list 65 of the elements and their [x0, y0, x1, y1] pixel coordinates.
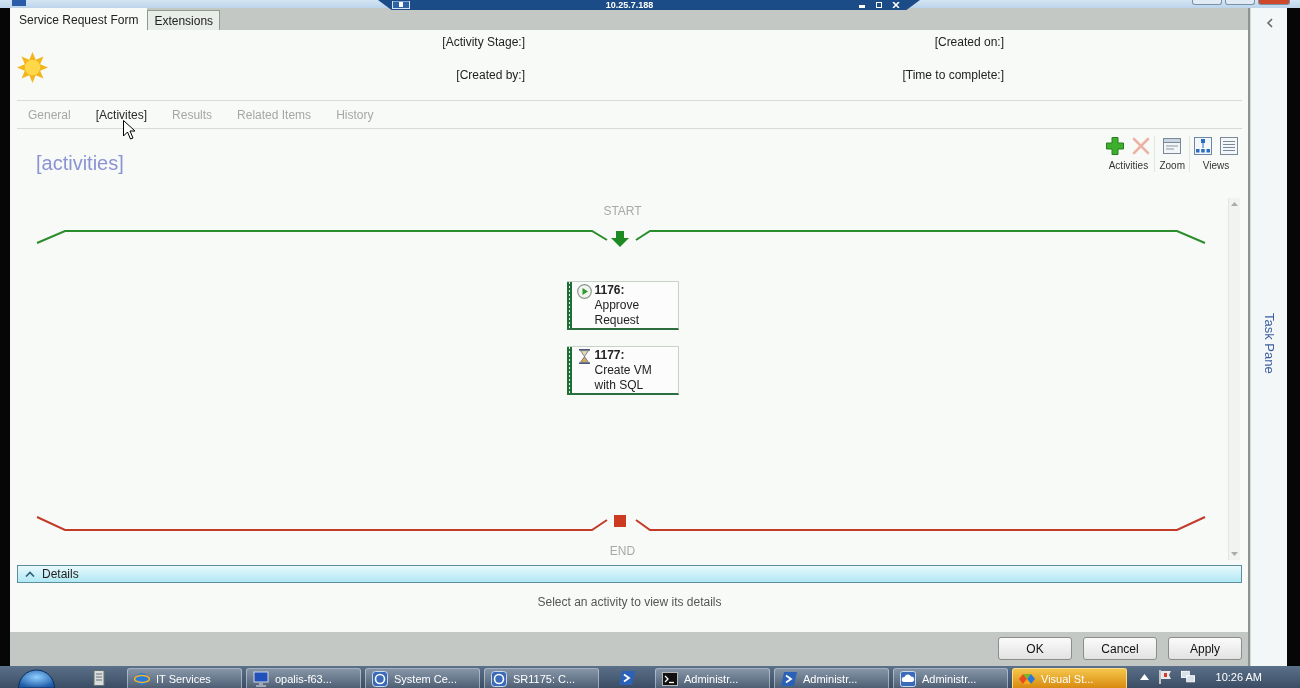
form-tab[interactable]: Service Request Form — [10, 8, 148, 30]
activity-number: 1177: — [594, 348, 626, 363]
down-arrow-icon — [611, 231, 629, 247]
pin-icon[interactable] — [392, 1, 410, 9]
field-label: [Created by:] — [456, 68, 525, 82]
taskbar-button[interactable]: opalis-f63... — [246, 668, 361, 688]
toolbar-group-label: Activities — [1108, 160, 1149, 172]
dialog-button[interactable]: OK — [998, 637, 1072, 660]
restore-icon[interactable] — [875, 2, 883, 8]
sun-icon — [17, 52, 48, 83]
toolbar-group-label: Zoom — [1159, 160, 1185, 172]
taskbar-button[interactable]: IT Services — [127, 668, 242, 688]
plus-icon[interactable] — [1106, 137, 1125, 155]
empty-details-message: Select an activity to view its details — [537, 595, 722, 609]
dialog-button[interactable]: Cancel — [1083, 637, 1157, 660]
ringed-globe-icon — [134, 670, 150, 687]
minimize-button[interactable] — [1192, 0, 1222, 5]
end-label: END — [609, 544, 636, 558]
form-tab[interactable]: Extensions — [147, 10, 221, 30]
section-tab[interactable]: [Activites] — [95, 107, 148, 122]
taskbar-button[interactable]: Administr... — [774, 668, 889, 688]
dialog-button[interactable]: Apply — [1168, 637, 1242, 660]
details-header[interactable]: Details — [17, 565, 1242, 583]
list-icon[interactable] — [1220, 137, 1238, 155]
taskbar-button[interactable]: System Ce... — [365, 668, 480, 688]
prompt-icon — [619, 670, 635, 686]
toolbar-group-label: Views — [1202, 160, 1230, 172]
ring-app-icon — [372, 670, 388, 687]
activity-card[interactable]: 1176: Approve Request — [566, 281, 679, 330]
remote-address: 10.25.7.188 — [604, 0, 655, 10]
task-pane-title[interactable]: Task Pane — [1261, 313, 1277, 374]
activity-number: 1176: — [594, 283, 626, 298]
chevron-left-icon[interactable] — [1265, 18, 1273, 28]
hierarchy-icon[interactable] — [1194, 137, 1212, 155]
network-icon[interactable] — [1180, 670, 1195, 684]
play-icon — [576, 284, 592, 299]
up-arrow-icon[interactable] — [1139, 674, 1149, 680]
mouse-cursor-icon — [123, 120, 136, 140]
field-label: [Time to complete:] — [902, 68, 1004, 82]
clock[interactable]: 10:26 AM — [1215, 670, 1262, 684]
maximize-button[interactable] — [1225, 0, 1255, 5]
activity-title: Approve Request — [594, 298, 641, 328]
server-icon — [91, 670, 107, 686]
field-label: [Activity Stage:] — [442, 35, 525, 49]
start-button[interactable] — [18, 666, 55, 688]
terminal-icon — [662, 670, 678, 687]
app-icon — [12, 0, 26, 6]
activity-title: Create VM with SQL — [594, 363, 653, 393]
ring-app-icon — [491, 670, 507, 687]
monitor-icon — [253, 670, 269, 687]
minimize-icon[interactable] — [858, 2, 866, 8]
panel-icon[interactable] — [1163, 137, 1182, 155]
close-icon[interactable] — [892, 2, 900, 8]
taskbar-button[interactable]: SR1175: C... — [484, 668, 599, 688]
taskbar-button[interactable]: Administr... — [893, 668, 1008, 688]
hourglass-icon — [576, 349, 592, 364]
prompt-icon — [781, 670, 797, 687]
activity-card[interactable]: 1177: Create VM with SQL — [566, 346, 679, 395]
cloud-icon — [900, 670, 916, 687]
taskbar-button[interactable]: Administr... — [655, 668, 770, 688]
section-title: [activities] — [36, 151, 124, 175]
flag-icon[interactable] — [1157, 670, 1172, 684]
start-label: START — [603, 204, 642, 218]
stop-square-icon — [614, 515, 626, 527]
field-label: [Created on:] — [934, 35, 1004, 49]
